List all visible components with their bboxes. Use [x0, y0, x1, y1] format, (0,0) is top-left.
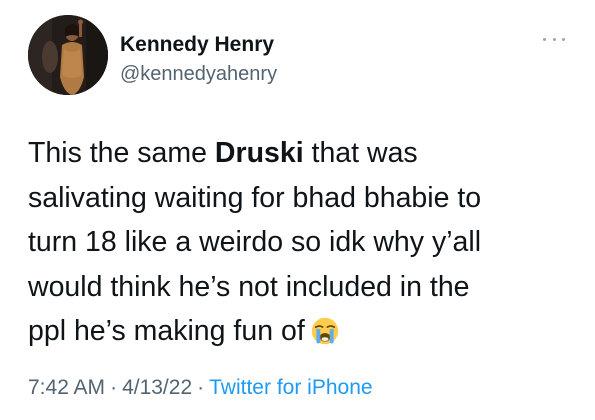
tweet-text: This the same Druski that was salivating… [28, 131, 588, 354]
tweet-card: Kennedy Henry @kennedyahenry This the sa… [0, 0, 595, 420]
more-dot [562, 37, 565, 41]
loudly-crying-face-icon [311, 317, 338, 345]
meta-separator: · [110, 376, 118, 399]
author-handle[interactable]: @kennedyahenry [120, 63, 277, 86]
more-dot [552, 37, 556, 41]
tweet-line: ppl he’s making fun of [28, 309, 588, 354]
tweet-meta: 7:42 AM · 4/13/22 · Twitter for iPhone [28, 376, 373, 400]
tweet-text-segment: ppl he’s making fun of [28, 315, 305, 347]
tweet-line: This the same Druski that was [28, 131, 588, 176]
avatar-photo [28, 15, 108, 95]
tweet-text-segment: This the same [28, 137, 215, 169]
tweet-time[interactable]: 7:42 AM [28, 376, 105, 399]
more-dot [543, 37, 546, 41]
tweet-date[interactable]: 4/13/22 [122, 376, 192, 399]
meta-separator: · [197, 376, 205, 399]
tweet-line: would think he’s not included in the [28, 270, 470, 303]
more-options-icon[interactable] [543, 33, 565, 45]
tweet-source-link[interactable]: Twitter for iPhone [209, 376, 372, 399]
tweet-line: turn 18 like a weirdo so idk why y’all [28, 226, 482, 258]
tweet-mention-bold: Druski [214, 137, 304, 169]
author-name[interactable]: Kennedy Henry [120, 33, 274, 57]
tweet-text-segment: that was [303, 137, 418, 169]
avatar[interactable] [28, 15, 108, 95]
tweet-line: salivating waiting for bhad bhabie to [28, 181, 482, 214]
